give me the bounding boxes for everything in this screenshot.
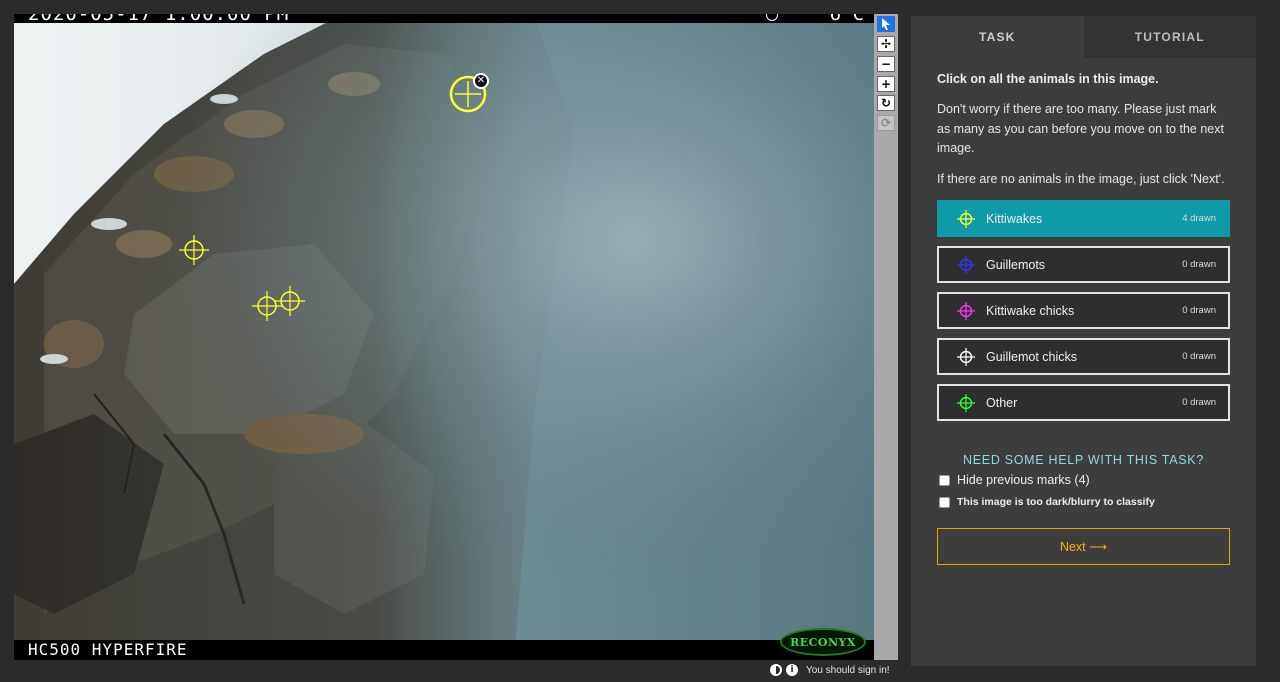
crosshair-icon bbox=[957, 347, 975, 366]
hide-marks-checkbox[interactable] bbox=[939, 474, 950, 486]
task-help-paragraph: If there are no animals in the image, ju… bbox=[937, 171, 1225, 186]
tool-label: Guillemot chicks bbox=[986, 349, 1077, 364]
timestamp-text: 2020-05-17 1:00:00 PM bbox=[28, 14, 290, 25]
tool-count: 4 drawn bbox=[1182, 213, 1216, 224]
timestamp-strip: 2020-05-17 1:00:00 PM 6°C bbox=[14, 14, 874, 25]
tool-label: Kittiwake chicks bbox=[986, 303, 1075, 318]
tool-count: 0 drawn bbox=[1182, 259, 1216, 270]
tool-label: Guillemots bbox=[986, 257, 1046, 272]
tool-count: 0 drawn bbox=[1182, 351, 1216, 362]
reconyx-logo-text: RECONYX bbox=[790, 635, 856, 649]
camera-info-strip: HC500 HYPERFIRE bbox=[14, 640, 874, 660]
too-dark-checkbox[interactable] bbox=[939, 496, 950, 508]
camera-model-text: HC500 HYPERFIRE bbox=[28, 640, 188, 659]
rotate-button[interactable]: ↻ bbox=[877, 95, 895, 111]
kittiwake-mark[interactable] bbox=[273, 284, 307, 318]
crosshair-icon bbox=[957, 209, 975, 228]
cliff-photo bbox=[14, 14, 874, 660]
temperature-text: 6°C bbox=[829, 14, 864, 25]
arrow-pointer-icon bbox=[882, 18, 890, 30]
move-arrows-icon: ✢ bbox=[880, 37, 892, 51]
drawing-tool-list: Kittiwakes 4 drawn Guillemots 0 drawn Ki… bbox=[937, 200, 1230, 421]
help-link[interactable]: NEED SOME HELP WITH THIS TASK? bbox=[937, 453, 1230, 467]
hide-marks-row[interactable]: Hide previous marks (4) bbox=[939, 473, 1230, 487]
tool-guillemots[interactable]: Guillemots 0 drawn bbox=[937, 246, 1230, 283]
app-frame: 2020-05-17 1:00:00 PM 6°C ✕ HC500 HYPERF… bbox=[0, 0, 1280, 682]
image-toolbar: ✢ − + ↻ ⟳ bbox=[874, 14, 898, 660]
pointer-tool-button[interactable] bbox=[877, 16, 895, 32]
info-icon[interactable]: i bbox=[786, 664, 798, 676]
task-panel: TASK TUTORIAL Click on all the animals i… bbox=[911, 16, 1256, 666]
tab-task[interactable]: TASK bbox=[911, 16, 1084, 58]
sign-in-prompt[interactable]: You should sign in! bbox=[806, 665, 890, 676]
rotate-icon: ↻ bbox=[880, 96, 892, 110]
crosshair-icon bbox=[957, 393, 975, 412]
reset-view-button[interactable]: ⟳ bbox=[877, 115, 895, 131]
reconyx-logo: RECONYX bbox=[780, 628, 866, 656]
tool-label: Kittiwakes bbox=[986, 211, 1043, 226]
moon-phase-icon bbox=[766, 14, 778, 21]
tool-count: 0 drawn bbox=[1182, 397, 1216, 408]
pan-tool-button[interactable]: ✢ bbox=[877, 36, 895, 52]
next-button[interactable]: Next ⟶ bbox=[937, 528, 1230, 565]
tool-label: Other bbox=[986, 395, 1018, 410]
kittiwake-mark[interactable] bbox=[177, 233, 211, 267]
delete-mark-icon[interactable]: ✕ bbox=[473, 73, 489, 89]
tool-kittiwakes[interactable]: Kittiwakes 4 drawn bbox=[937, 200, 1230, 237]
contrast-icon[interactable] bbox=[770, 664, 782, 676]
panel-tabs: TASK TUTORIAL bbox=[911, 16, 1256, 58]
tool-kittiwake-chicks[interactable]: Kittiwake chicks 0 drawn bbox=[937, 292, 1230, 329]
refresh-icon: ⟳ bbox=[880, 116, 892, 130]
zoom-in-button[interactable]: + bbox=[877, 76, 895, 92]
tool-guillemot-chicks[interactable]: Guillemot chicks 0 drawn bbox=[937, 338, 1230, 375]
crosshair-icon bbox=[957, 255, 975, 274]
zoom-out-button[interactable]: − bbox=[877, 56, 895, 72]
task-help-paragraph: Don't worry if there are too many. Pleas… bbox=[937, 102, 1224, 155]
tool-other[interactable]: Other 0 drawn bbox=[937, 384, 1230, 421]
too-dark-label: This image is too dark/blurry to classif… bbox=[957, 496, 1155, 508]
signin-footer: i You should sign in! bbox=[770, 662, 890, 678]
task-body: Click on all the animals in this image. … bbox=[911, 58, 1256, 565]
subject-image-viewer[interactable]: 2020-05-17 1:00:00 PM 6°C ✕ HC500 HYPERF… bbox=[14, 14, 874, 660]
plus-icon: + bbox=[880, 77, 892, 91]
minus-icon: − bbox=[880, 57, 892, 71]
tab-tutorial[interactable]: TUTORIAL bbox=[1083, 16, 1256, 58]
task-instruction: Click on all the animals in this image. bbox=[937, 72, 1159, 86]
tool-count: 0 drawn bbox=[1182, 305, 1216, 316]
hide-marks-label: Hide previous marks (4) bbox=[957, 473, 1090, 487]
too-dark-row[interactable]: This image is too dark/blurry to classif… bbox=[939, 496, 1230, 508]
crosshair-icon bbox=[957, 301, 975, 320]
